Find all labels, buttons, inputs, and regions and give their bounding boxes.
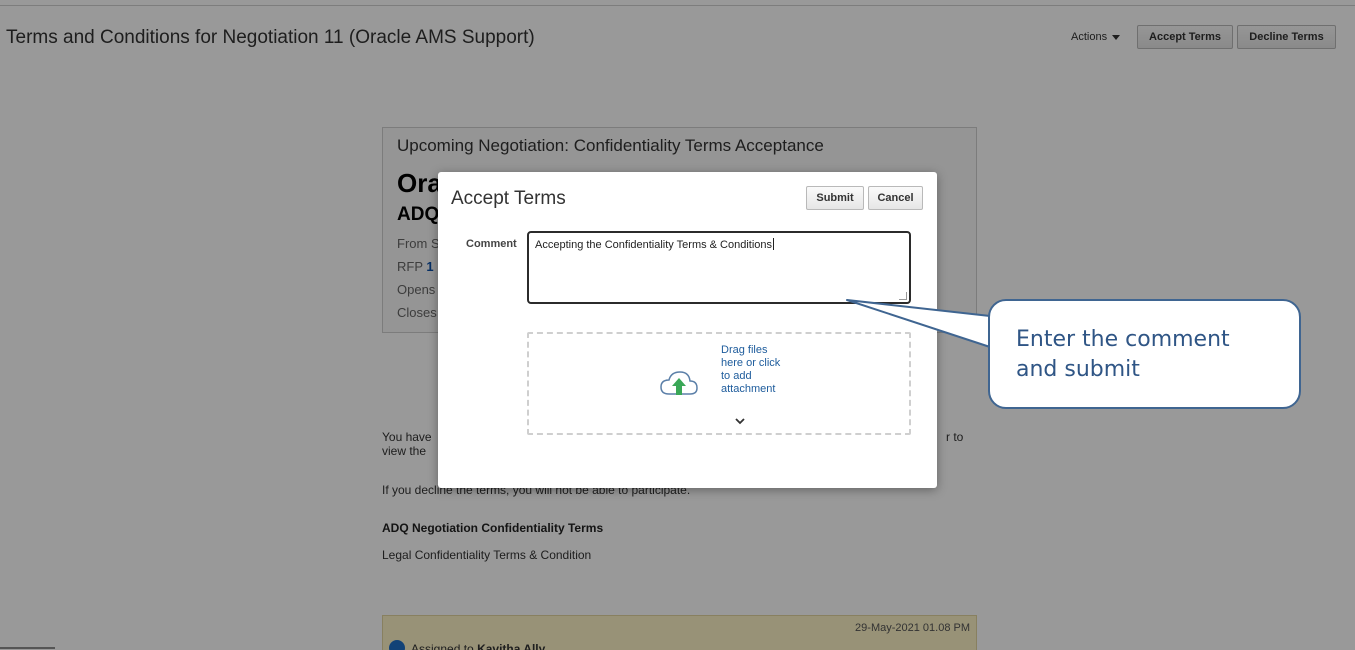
bottom-edge-marker bbox=[0, 647, 55, 649]
callout-text: Enter the comment and submit bbox=[1016, 327, 1230, 382]
instruction-callout: Enter the comment and submit bbox=[988, 299, 1301, 409]
